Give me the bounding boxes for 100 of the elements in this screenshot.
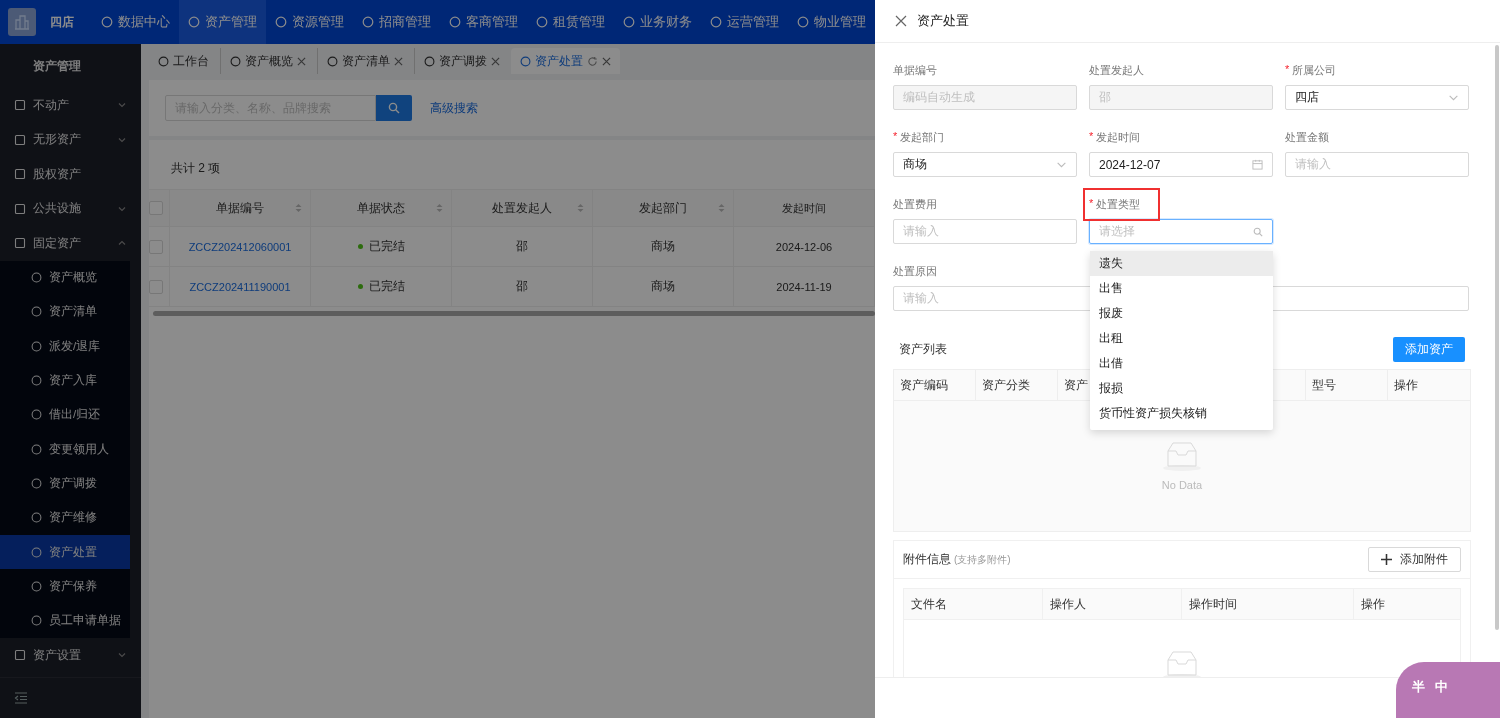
advanced-search-link[interactable]: 高级搜索: [430, 99, 478, 117]
circle-icon: [31, 306, 42, 318]
sidebar-item[interactable]: 股权资产: [0, 157, 141, 192]
chevron-icon: [117, 650, 127, 660]
sort-icon[interactable]: [436, 203, 443, 213]
page-tab[interactable]: 资产清单: [317, 48, 412, 74]
circle-icon: [101, 16, 113, 28]
add-asset-button[interactable]: 添加资产: [1393, 337, 1465, 362]
field-label: 发起部门: [900, 130, 945, 144]
close-icon[interactable]: [895, 15, 907, 27]
total-count: 共计 2 项: [170, 160, 222, 177]
circle-icon: [31, 272, 42, 284]
circle-icon: [710, 16, 722, 28]
circle-icon: [188, 16, 200, 28]
dropdown-option[interactable]: 报损: [1090, 376, 1273, 401]
square-icon: [14, 237, 26, 250]
circle-icon: [31, 340, 42, 352]
status-label: 已完结: [357, 278, 405, 295]
sidebar-subitem[interactable]: 变更领用人: [0, 432, 130, 467]
page-tab[interactable]: 资产调拨: [414, 48, 509, 74]
circle-icon: [623, 16, 635, 28]
required-mark: *: [1089, 130, 1094, 144]
sidebar-item[interactable]: 固定资产: [0, 226, 141, 261]
sidebar-item[interactable]: 公共设施: [0, 191, 141, 226]
sidebar-subitem[interactable]: 资产维修: [0, 500, 130, 535]
sidebar-subitem[interactable]: 派发/退库: [0, 329, 130, 364]
page-tab[interactable]: 资产处置: [511, 48, 620, 74]
circle-icon: [31, 477, 42, 489]
plus-icon: [1381, 554, 1392, 565]
empty-box-icon: [1162, 441, 1202, 471]
sidebar-subitem[interactable]: 员工申请单据: [0, 603, 130, 638]
nav-item[interactable]: 租赁管理: [527, 0, 614, 44]
column-header: 发起部门: [593, 190, 734, 226]
nav-item[interactable]: 资产管理: [179, 0, 266, 44]
sidebar-subitem[interactable]: 资产入库: [0, 363, 130, 398]
sidebar-subitem[interactable]: 资产调拨: [0, 466, 130, 501]
circle-icon: [362, 16, 374, 28]
column-header: 文件名: [904, 589, 1043, 619]
nav-item[interactable]: 客商管理: [440, 0, 527, 44]
close-icon[interactable]: [602, 56, 611, 66]
column-header: 单据编号: [170, 190, 311, 226]
page-tab[interactable]: 工作台: [149, 48, 218, 74]
nav-item[interactable]: 数据中心: [92, 0, 179, 44]
nav-item[interactable]: 物业管理: [788, 0, 875, 44]
close-icon[interactable]: [297, 56, 306, 66]
page-tab[interactable]: 资产概览: [220, 48, 315, 74]
sort-icon[interactable]: [577, 203, 584, 213]
column-header: 操作: [1393, 376, 1419, 394]
add-attachment-button[interactable]: 添加附件: [1368, 547, 1461, 572]
field-label: 单据编号: [893, 63, 937, 77]
input-field[interactable]: 商场: [893, 152, 1077, 177]
column-header: 操作时间: [1182, 589, 1354, 619]
column-header: 资产编码: [894, 370, 976, 400]
sidebar-subitem[interactable]: 资产处置: [0, 534, 130, 570]
sidebar-item[interactable]: 不动产: [0, 88, 141, 123]
input-field[interactable]: 四店: [1285, 85, 1469, 110]
dropdown-option[interactable]: 遗失: [1090, 251, 1273, 276]
field-label: 处置发起人: [1089, 63, 1144, 77]
close-icon[interactable]: [491, 56, 500, 66]
table-cell: 商场: [593, 267, 734, 306]
dropdown-option[interactable]: 货币性资产损失核销: [1090, 401, 1273, 426]
sidebar-item[interactable]: 资产设置: [0, 637, 141, 673]
search-icon: [388, 102, 400, 114]
sidebar-subitem[interactable]: 资产保养: [0, 569, 130, 604]
input-field[interactable]: 2024-12-07: [1089, 152, 1273, 177]
sidebar-title: 资产管理: [32, 57, 82, 75]
circle-icon: [536, 16, 548, 28]
nav-item[interactable]: 运营管理: [701, 0, 788, 44]
brand-name: 四店: [50, 13, 74, 31]
circle-icon: [31, 512, 42, 524]
circle-icon: [31, 409, 42, 421]
search-button[interactable]: [376, 95, 412, 121]
status-label: 已完结: [357, 238, 405, 255]
dropdown-option[interactable]: 出租: [1090, 326, 1273, 351]
column-header: 操作: [1360, 595, 1386, 613]
nav-item[interactable]: 资源管理: [266, 0, 353, 44]
required-mark: *: [893, 130, 898, 144]
circle-icon: [230, 55, 241, 67]
close-icon[interactable]: [394, 56, 403, 66]
sidebar-subitem[interactable]: 借出/归还: [0, 397, 130, 432]
column-header: 型号: [1306, 370, 1388, 400]
dropdown-option[interactable]: 报废: [1090, 301, 1273, 326]
collapse-menu-icon[interactable]: [14, 692, 28, 704]
sort-icon[interactable]: [718, 203, 725, 213]
sort-icon[interactable]: [295, 203, 302, 213]
table-cell: 邵: [452, 227, 593, 266]
ime-widget[interactable]: 半 中: [1396, 662, 1500, 718]
sidebar-subitem[interactable]: 资产概览: [0, 260, 130, 295]
document-link[interactable]: ZCCZ202411190001: [189, 280, 291, 293]
sidebar-subitem[interactable]: 资产清单: [0, 294, 130, 330]
field-label: 处置费用: [893, 197, 937, 211]
nav-item[interactable]: 招商管理: [353, 0, 440, 44]
required-mark: *: [1089, 197, 1094, 211]
refresh-icon[interactable]: [587, 55, 598, 67]
dropdown-option[interactable]: 出售: [1090, 276, 1273, 301]
nav-item[interactable]: 业务财务: [614, 0, 701, 44]
sidebar-item[interactable]: 无形资产: [0, 122, 141, 157]
circle-icon: [31, 615, 42, 627]
circle-icon: [424, 55, 435, 67]
document-link[interactable]: ZCCZ202412060001: [188, 240, 292, 253]
